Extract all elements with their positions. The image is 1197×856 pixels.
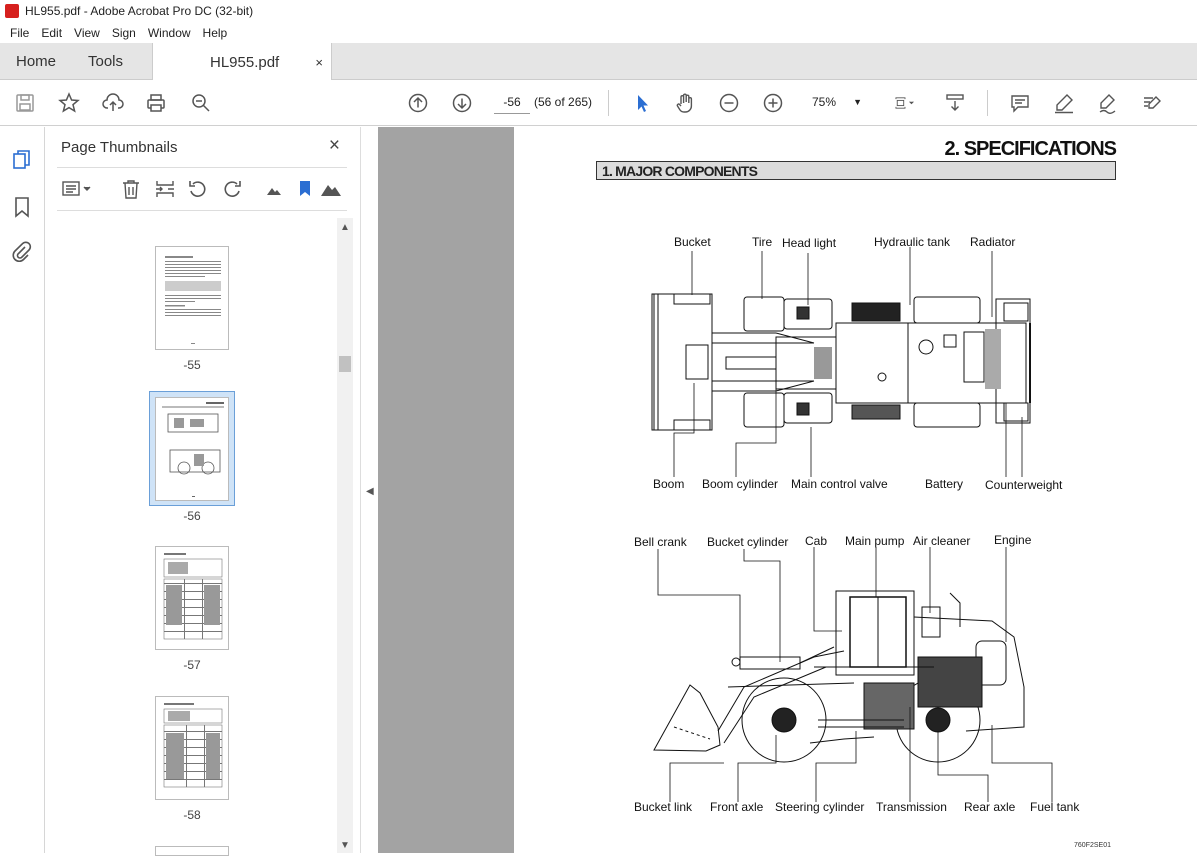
zoom-out-icon[interactable] [717, 91, 741, 115]
tab-document[interactable]: HL955.pdf × [152, 43, 332, 81]
draw-sign-icon[interactable] [1096, 91, 1120, 115]
label-head-light: Head light [782, 236, 837, 250]
bookmark-marker-icon[interactable] [294, 178, 316, 200]
rotate-right-icon[interactable] [221, 178, 243, 200]
fill-sign-icon[interactable] [1140, 91, 1164, 115]
scroll-mode-icon[interactable] [943, 91, 967, 115]
menu-bar: File Edit View Sign Window Help [0, 22, 1197, 43]
zoom-in-icon[interactable] [761, 91, 785, 115]
panel-title: Page Thumbnails [61, 139, 178, 156]
thumbnail-scrollbar[interactable]: ▲ ▼ [337, 218, 353, 853]
menu-help[interactable]: Help [197, 26, 234, 40]
thumbnail-label: -56 [183, 509, 201, 523]
main-toolbar [0, 80, 1197, 126]
menu-view[interactable]: View [68, 26, 106, 40]
tab-close-icon[interactable]: × [315, 55, 323, 70]
hand-tool-icon[interactable] [673, 91, 697, 115]
select-cursor-icon[interactable] [630, 91, 654, 115]
thumbnail-label: -57 [183, 658, 201, 672]
find-zoom-icon[interactable] [189, 91, 213, 115]
menu-file[interactable]: File [4, 26, 35, 40]
insert-page-icon[interactable] [154, 178, 176, 200]
large-thumbnails-icon[interactable] [320, 178, 342, 200]
scroll-up-icon[interactable]: ▲ [340, 222, 350, 233]
scroll-down-icon[interactable]: ▼ [340, 840, 350, 851]
zoom-value: 75% [812, 95, 837, 109]
label-cab: Cab [805, 534, 827, 548]
comment-icon[interactable] [1008, 91, 1032, 115]
pdf-page: 2. SPECIFICATIONS 1. MAJOR COMPONENTS Bu… [514, 127, 1197, 853]
menu-window[interactable]: Window [142, 26, 197, 40]
label-rear-axle: Rear axle [964, 800, 1016, 814]
label-air-cleaner: Air cleaner [913, 534, 970, 548]
page-thumbnails-icon[interactable] [11, 149, 33, 171]
label-bell-crank: Bell crank [634, 535, 688, 549]
label-front-axle: Front axle [710, 800, 764, 814]
previous-page-icon[interactable] [406, 91, 430, 115]
attachments-paperclip-icon[interactable] [11, 241, 33, 263]
label-main-pump: Main pump [845, 534, 905, 548]
scroll-thumb[interactable] [339, 356, 351, 372]
label-boom: Boom [653, 477, 684, 491]
thumbnail-label: -55 [183, 358, 201, 372]
thumbnail-page-58[interactable] [155, 696, 229, 800]
thumbnail-toolbar [57, 167, 347, 211]
title-bar: HL955.pdf - Adobe Acrobat Pro DC (32-bit… [0, 0, 1197, 22]
thumbnail-page-56[interactable] [155, 397, 229, 501]
close-panel-icon[interactable]: × [329, 135, 340, 157]
label-steering-cylinder: Steering cylinder [775, 800, 864, 814]
tab-home[interactable]: Home [16, 43, 56, 80]
label-bucket: Bucket [674, 235, 711, 249]
print-icon[interactable] [144, 91, 168, 115]
save-icon[interactable] [13, 91, 37, 115]
options-menu-icon[interactable] [61, 178, 93, 200]
acrobat-app-icon [5, 4, 19, 18]
thumbnail-page-55[interactable] [155, 246, 229, 350]
navigation-rail [0, 127, 45, 853]
tab-bar: Home Tools HL955.pdf × [0, 43, 1197, 81]
figure-code: 760F2SE01 [1074, 842, 1111, 849]
bookmark-star-icon[interactable] [57, 91, 81, 115]
tab-document-label: HL955.pdf [210, 53, 280, 71]
tab-tools[interactable]: Tools [88, 43, 123, 80]
label-engine: Engine [994, 533, 1032, 547]
side-view-drawing [653, 590, 1025, 763]
label-battery: Battery [925, 477, 963, 491]
label-boom-cylinder: Boom cylinder [702, 477, 778, 491]
menu-sign[interactable]: Sign [106, 26, 142, 40]
label-transmission: Transmission [876, 800, 947, 814]
upload-cloud-icon[interactable] [101, 91, 125, 115]
chevron-left-icon: ◀ [366, 486, 374, 497]
page-thumbnails-panel: Page Thumbnails × -55 -56 -57 -58 [45, 127, 360, 856]
thumbnail-page-59[interactable] [155, 846, 229, 856]
chevron-down-icon: ▼ [853, 97, 862, 107]
panel-collapse-handle[interactable]: ◀ [360, 127, 378, 853]
label-hydraulic-tank: Hydraulic tank [874, 235, 951, 249]
thumbnail-label: -58 [183, 808, 201, 822]
menu-edit[interactable]: Edit [35, 26, 68, 40]
window-title: HL955.pdf - Adobe Acrobat Pro DC (32-bit… [25, 4, 254, 18]
page-number-input[interactable]: -56 [494, 90, 530, 114]
label-radiator: Radiator [970, 235, 1015, 249]
label-fuel-tank: Fuel tank [1030, 800, 1080, 814]
label-tire: Tire [752, 235, 773, 249]
rotate-left-icon[interactable] [187, 178, 209, 200]
label-main-control-valve: Main control valve [791, 477, 888, 491]
top-view-drawing [651, 293, 1031, 431]
major-components-diagram: Bucket Tire Head light Hydraulic tank Ra… [634, 235, 1080, 814]
highlight-pen-icon[interactable] [1052, 91, 1076, 115]
bookmarks-icon[interactable] [11, 196, 33, 218]
zoom-select[interactable]: 75% ▼ [812, 90, 864, 114]
delete-page-icon[interactable] [120, 178, 142, 200]
next-page-icon[interactable] [450, 91, 474, 115]
label-counterweight: Counterweight [985, 478, 1063, 492]
page-fit-dropdown-icon[interactable] [888, 91, 922, 115]
label-bucket-link: Bucket link [634, 800, 693, 814]
document-canvas-margin [378, 127, 514, 853]
small-thumbnails-icon[interactable] [263, 178, 285, 200]
label-bucket-cylinder: Bucket cylinder [707, 535, 788, 549]
thumbnail-page-57[interactable] [155, 546, 229, 650]
page-count: (56 of 265) [534, 95, 593, 109]
